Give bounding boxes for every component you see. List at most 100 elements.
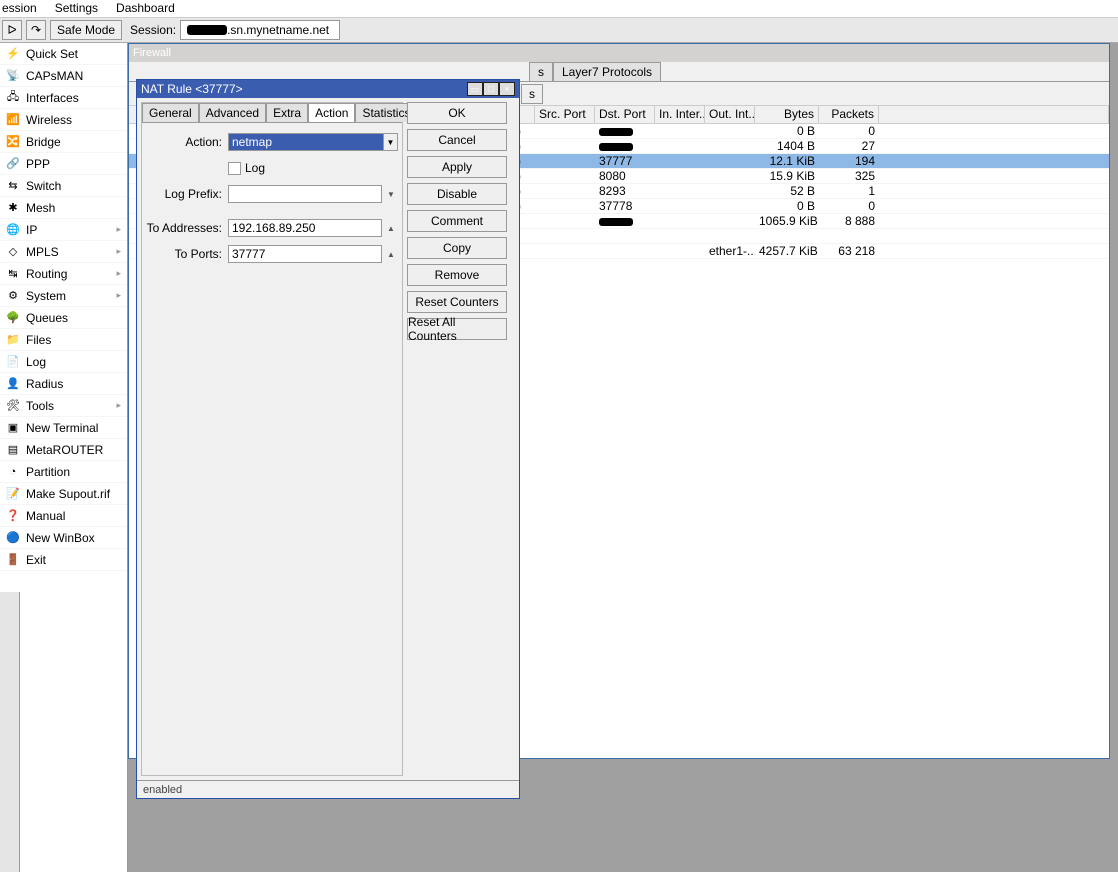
- log-label: Log: [245, 161, 265, 175]
- tab-partial[interactable]: s: [529, 62, 553, 81]
- sidebar-item-capsman[interactable]: 📡CAPsMAN: [0, 65, 127, 87]
- sidebar-label: Quick Set: [26, 47, 78, 61]
- sidebar-icon: ◇: [6, 245, 20, 259]
- sidebar-icon: 📁: [6, 333, 20, 347]
- sidebar-item-exit[interactable]: 🚪Exit: [0, 549, 127, 571]
- sidebar-item-partition[interactable]: ◔ Partition: [0, 461, 127, 483]
- dialog-titlebar[interactable]: NAT Rule <37777> ▭ □ ×: [137, 80, 519, 98]
- sidebar-icon: ▤: [6, 443, 20, 457]
- col-dstport[interactable]: Dst. Port: [595, 106, 655, 123]
- sidebar-item-switch[interactable]: ⇆Switch: [0, 175, 127, 197]
- col-outint[interactable]: Out. Int...: [705, 106, 755, 123]
- sidebar-icon: 🚪: [6, 553, 20, 567]
- sidebar-label: Bridge: [26, 135, 61, 149]
- chevron-down-icon[interactable]: ▼: [384, 185, 398, 203]
- sidebar-icon: 🔵: [6, 531, 20, 545]
- sidebar-label: Routing: [26, 267, 67, 281]
- action-select[interactable]: netmap: [228, 133, 384, 151]
- minimize-icon[interactable]: ▭: [467, 82, 483, 96]
- col-inint[interactable]: In. Inter...: [655, 106, 705, 123]
- sidebar-label: PPP: [26, 157, 50, 171]
- sidebar-icon: 🔀: [6, 135, 20, 149]
- session-host: .sn.mynetname.net: [227, 23, 329, 37]
- session-address[interactable]: .sn.mynetname.net: [180, 20, 340, 40]
- menubar: ession Settings Dashboard: [0, 0, 1118, 18]
- logprefix-input[interactable]: [228, 185, 382, 203]
- tab-extra[interactable]: Extra: [266, 103, 308, 122]
- cancel-button[interactable]: Cancel: [407, 129, 507, 151]
- sidebar-item-wireless[interactable]: 📶Wireless: [0, 109, 127, 131]
- sidebar-item-manual[interactable]: ❓Manual: [0, 505, 127, 527]
- sidebar-icon: 🖧: [6, 91, 20, 105]
- sidebar-label: Tools: [26, 399, 54, 413]
- copy-button[interactable]: Copy: [407, 237, 507, 259]
- menu-settings[interactable]: Settings: [55, 1, 98, 14]
- sidebar-icon: 🛠: [6, 399, 20, 413]
- col-srcport[interactable]: Src. Port: [535, 106, 595, 123]
- sidebar-item-log[interactable]: 📄Log: [0, 351, 127, 373]
- sidebar-label: New WinBox: [26, 531, 95, 545]
- sidebar-item-new-winbox[interactable]: 🔵 New WinBox: [0, 527, 127, 549]
- sidebar-icon: 👤: [6, 377, 20, 391]
- redo-button[interactable]: ↷: [26, 20, 46, 40]
- sidebar-item-quick-set[interactable]: ⚡ Quick Set: [0, 43, 127, 65]
- chevron-down-icon[interactable]: ▼: [384, 133, 398, 151]
- sidebar-icon: ▣: [6, 421, 20, 435]
- disable-button[interactable]: Disable: [407, 183, 507, 205]
- sidebar-item-make-supout.rif[interactable]: 📝Make Supout.rif: [0, 483, 127, 505]
- sidebar-item-mesh[interactable]: ✱ Mesh: [0, 197, 127, 219]
- comment-button[interactable]: Comment: [407, 210, 507, 232]
- sub-button[interactable]: s: [521, 84, 543, 104]
- sidebar-item-mpls[interactable]: ◇MPLS: [0, 241, 127, 263]
- sidebar-icon: 🌐: [6, 223, 20, 237]
- sidebar-label: Manual: [26, 509, 65, 523]
- chevron-up-icon[interactable]: ▲: [384, 245, 398, 263]
- sidebar-icon: ↹: [6, 267, 20, 281]
- sidebar-item-ppp[interactable]: 🔗PPP: [0, 153, 127, 175]
- sidebar-icon: 📶: [6, 113, 20, 127]
- sidebar-item-bridge[interactable]: 🔀 Bridge: [0, 131, 127, 153]
- firewall-titlebar[interactable]: Firewall: [129, 44, 1109, 62]
- sidebar-icon: ⚡: [6, 47, 20, 61]
- sidebar-item-ip[interactable]: 🌐IP: [0, 219, 127, 241]
- menu-dashboard[interactable]: Dashboard: [116, 1, 175, 14]
- sidebar-item-interfaces[interactable]: 🖧Interfaces: [0, 87, 127, 109]
- menu-session[interactable]: ession: [2, 1, 37, 14]
- sidebar-item-routing[interactable]: ↹ Routing: [0, 263, 127, 285]
- col-packets[interactable]: Packets: [819, 106, 879, 123]
- sidebar-item-queues[interactable]: 🌳Queues: [0, 307, 127, 329]
- safe-mode-button[interactable]: Safe Mode: [50, 20, 122, 40]
- tab-general[interactable]: General: [142, 103, 199, 122]
- sidebar-icon: ⚙: [6, 289, 20, 303]
- chevron-up-icon[interactable]: ▲: [384, 219, 398, 237]
- sidebar-item-metarouter[interactable]: ▤MetaROUTER: [0, 439, 127, 461]
- log-checkbox[interactable]: [228, 162, 241, 175]
- apply-button[interactable]: Apply: [407, 156, 507, 178]
- tab-advanced[interactable]: Advanced: [199, 103, 266, 122]
- undo-button[interactable]: ᐅ: [2, 20, 22, 40]
- tab-layer7[interactable]: Layer7 Protocols: [553, 62, 661, 81]
- maximize-icon[interactable]: □: [483, 82, 499, 96]
- tab-action[interactable]: Action: [308, 103, 355, 122]
- col-bytes[interactable]: Bytes: [755, 106, 819, 123]
- dialog-tabs: GeneralAdvancedExtraActionStatistics: [142, 103, 402, 123]
- toports-input[interactable]: 37777: [228, 245, 382, 263]
- sidebar-icon: ✱: [6, 201, 20, 215]
- remove-button[interactable]: Remove: [407, 264, 507, 286]
- sidebar-item-new-terminal[interactable]: ▣New Terminal: [0, 417, 127, 439]
- sidebar-icon: ◔: [6, 465, 20, 479]
- sidebar-item-radius[interactable]: 👤Radius: [0, 373, 127, 395]
- sidebar-item-tools[interactable]: 🛠 Tools: [0, 395, 127, 417]
- sidebar-label: Mesh: [26, 201, 55, 215]
- close-icon[interactable]: ×: [499, 82, 515, 96]
- logprefix-label: Log Prefix:: [146, 187, 228, 201]
- sidebar-item-files[interactable]: 📁Files: [0, 329, 127, 351]
- session-label: Session:: [130, 23, 176, 37]
- ok-button[interactable]: OK: [407, 102, 507, 124]
- sidebar-item-system[interactable]: ⚙System: [0, 285, 127, 307]
- reset-counters-button[interactable]: Reset Counters: [407, 291, 507, 313]
- sidebar-label: Queues: [26, 311, 68, 325]
- sidebar-label: Partition: [26, 465, 70, 479]
- toaddr-input[interactable]: 192.168.89.250: [228, 219, 382, 237]
- reset-all-counters-button[interactable]: Reset All Counters: [407, 318, 507, 340]
